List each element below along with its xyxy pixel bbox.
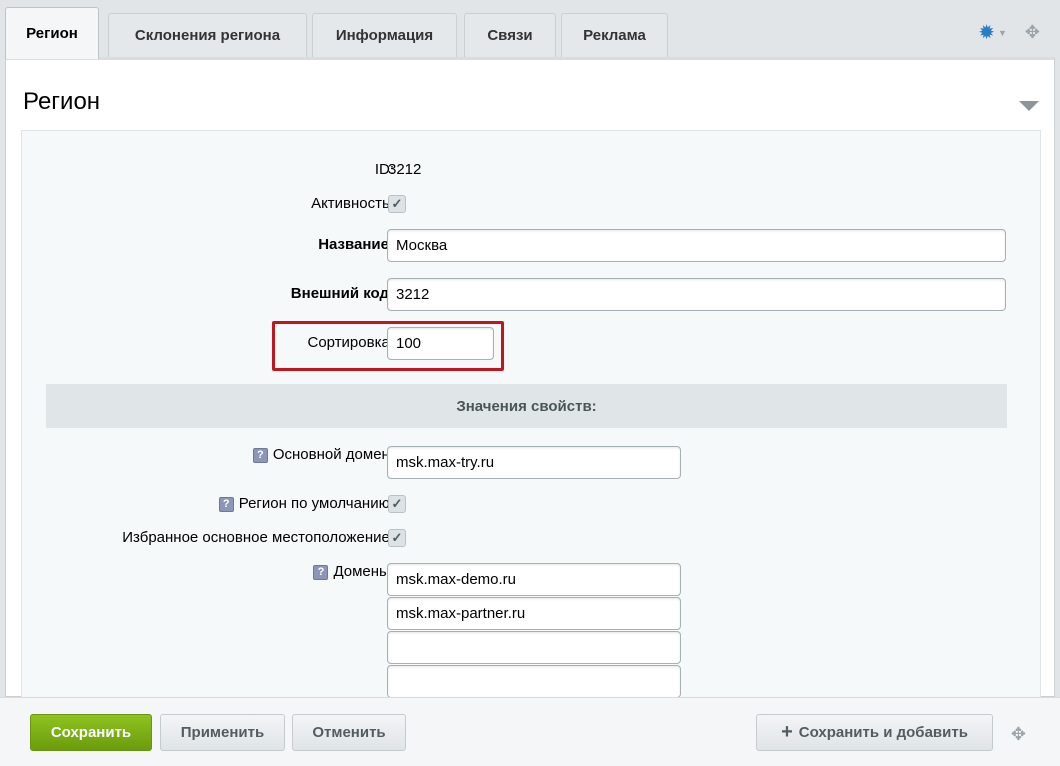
field-row-active: Активность: ✓: [22, 195, 1040, 215]
chevron-down-icon: ▼: [997, 27, 1007, 38]
field-row-id: ID: 3212: [22, 161, 1040, 181]
apply-button[interactable]: Применить: [160, 714, 285, 751]
tab-region[interactable]: Регион: [5, 7, 99, 59]
id-value: 3212: [388, 161, 422, 178]
tab-links[interactable]: Связи: [464, 13, 556, 57]
field-row-default-region: ? Регион по умолчанию: ✓: [22, 495, 1040, 515]
field-row-name: Название: Москва: [22, 229, 1040, 262]
plus-icon: +: [781, 721, 793, 743]
main-panel: Регион ID: 3212 Активность: ✓ Название: …: [5, 57, 1055, 700]
tab-region-declensions[interactable]: Склонения региона: [108, 13, 307, 57]
domain-input[interactable]: [387, 631, 681, 664]
field-row-domains: ? Домены: msk.max-demo.ru msk.max-partner…: [22, 563, 1040, 699]
properties-section-title: Значения свойств:: [46, 384, 1007, 428]
domains-label-text: Домены:: [333, 563, 394, 580]
domains-label: ? Домены:: [313, 563, 394, 580]
domain-input[interactable]: msk.max-demo.ru: [387, 563, 681, 596]
active-checkbox[interactable]: ✓: [388, 195, 406, 213]
domain-input[interactable]: msk.max-partner.ru: [387, 597, 681, 630]
save-and-add-button[interactable]: + Сохранить и добавить: [756, 714, 993, 751]
active-label: Активность:: [311, 195, 394, 212]
save-and-add-label: Сохранить и добавить: [798, 724, 968, 741]
name-label: Название:: [318, 236, 394, 253]
tab-advertising[interactable]: Реклама: [561, 13, 668, 57]
field-row-favorite-location: Избранное основное местоположение: ✓: [22, 529, 1040, 549]
default-region-label: ? Регион по умолчанию:: [218, 495, 394, 512]
main-domain-input[interactable]: msk.max-try.ru: [387, 446, 681, 479]
default-region-checkbox[interactable]: ✓: [388, 495, 406, 513]
field-row-main-domain: ? Основной домен: msk.max-try.ru: [22, 446, 1040, 479]
favorite-location-label: Избранное основное местоположение:: [122, 529, 394, 546]
tab-information[interactable]: Информация: [312, 13, 457, 57]
main-domain-label-text: Основной домен:: [272, 446, 394, 463]
help-icon[interactable]: ?: [218, 497, 234, 512]
section-header[interactable]: Регион: [21, 68, 1039, 130]
favorite-location-checkbox[interactable]: ✓: [388, 529, 406, 547]
external-code-input[interactable]: 3212: [387, 278, 1006, 311]
main-domain-label: ? Основной домен:: [252, 446, 394, 463]
form-area: ID: 3212 Активность: ✓ Название: Москва …: [21, 130, 1041, 700]
footer-toolbar: Сохранить Применить Отменить + Сохранить …: [0, 697, 1060, 766]
help-icon[interactable]: ?: [313, 565, 329, 580]
field-row-external-code: Внешний код: 3212: [22, 278, 1040, 311]
pin-icon[interactable]: ✥: [1025, 22, 1040, 43]
help-icon[interactable]: ?: [252, 448, 268, 463]
external-code-label: Внешний код:: [290, 285, 394, 302]
settings-menu[interactable]: ✹ ▼: [978, 23, 1007, 43]
collapse-arrow-icon[interactable]: [1019, 101, 1039, 111]
cancel-button[interactable]: Отменить: [292, 714, 406, 751]
section-title: Регион: [23, 88, 101, 115]
pin-icon[interactable]: ✥: [1011, 724, 1026, 745]
sort-highlight-frame: [272, 321, 504, 371]
save-button[interactable]: Сохранить: [30, 714, 152, 751]
tab-tools: ✹ ▼ ✥: [978, 22, 1040, 43]
field-row-sort: Сортировка: 100: [22, 327, 1040, 360]
default-region-label-text: Регион по умолчанию:: [238, 495, 394, 512]
gear-icon: ✹: [978, 21, 995, 44]
tab-bar: Регион Склонения региона Информация Связ…: [5, 0, 1060, 59]
domain-input[interactable]: [387, 665, 681, 698]
name-input[interactable]: Москва: [387, 229, 1006, 262]
